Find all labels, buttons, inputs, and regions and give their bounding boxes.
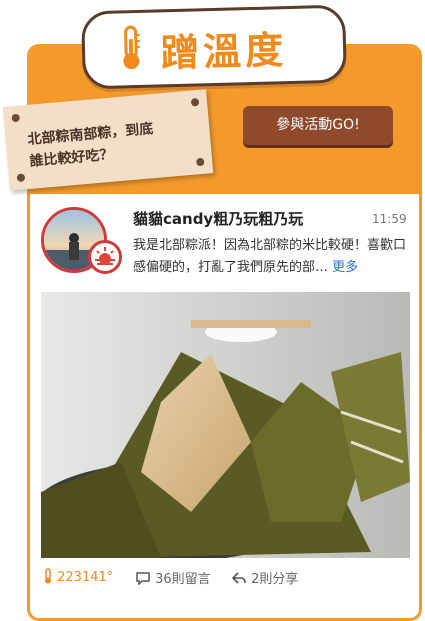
thermometer-icon bbox=[45, 568, 51, 584]
post-time: 11:59 bbox=[372, 212, 407, 226]
temperature-stat[interactable]: 223141° bbox=[43, 568, 113, 585]
title-plate: 蹭溫度 bbox=[81, 4, 347, 90]
join-event-button[interactable]: 參與活動GO! bbox=[243, 106, 393, 145]
pin-icon bbox=[11, 113, 21, 123]
page-title: 蹭溫度 bbox=[160, 28, 288, 76]
post-text-content: 我是北部粽派！因為北部粽的米比較硬！喜歡口感偏硬的，打亂了我們原先的部… bbox=[133, 238, 407, 275]
zongzi-photo[interactable] bbox=[41, 292, 410, 558]
question-text: 北部粽南部粽，到底 誰比較好吃？ bbox=[27, 114, 200, 173]
question-note: 北部粽南部粽，到底 誰比較好吃？ bbox=[2, 89, 214, 191]
pin-icon bbox=[195, 157, 205, 167]
zongzi-image bbox=[41, 292, 410, 558]
comment-icon bbox=[136, 572, 150, 586]
share-icon bbox=[231, 572, 246, 584]
post-username[interactable]: 貓貓candy粗乃玩粗乃玩 bbox=[133, 208, 303, 229]
shares-count: 2則分享 bbox=[251, 572, 299, 587]
pin-icon bbox=[16, 173, 26, 183]
comments-count: 36則留言 bbox=[155, 572, 211, 587]
comments-stat[interactable]: 36則留言 bbox=[135, 568, 211, 587]
sunrise-badge-icon bbox=[88, 240, 122, 274]
temperature-value: 223141° bbox=[57, 570, 114, 585]
more-link[interactable]: 更多 bbox=[332, 260, 358, 275]
post-text: 我是北部粽派！因為北部粽的米比較硬！喜歡口感偏硬的，打亂了我們原先的部… 更多 bbox=[133, 235, 411, 279]
thermometer-icon bbox=[123, 25, 140, 70]
shares-stat[interactable]: 2則分享 bbox=[231, 568, 298, 587]
pin-icon bbox=[190, 97, 200, 107]
